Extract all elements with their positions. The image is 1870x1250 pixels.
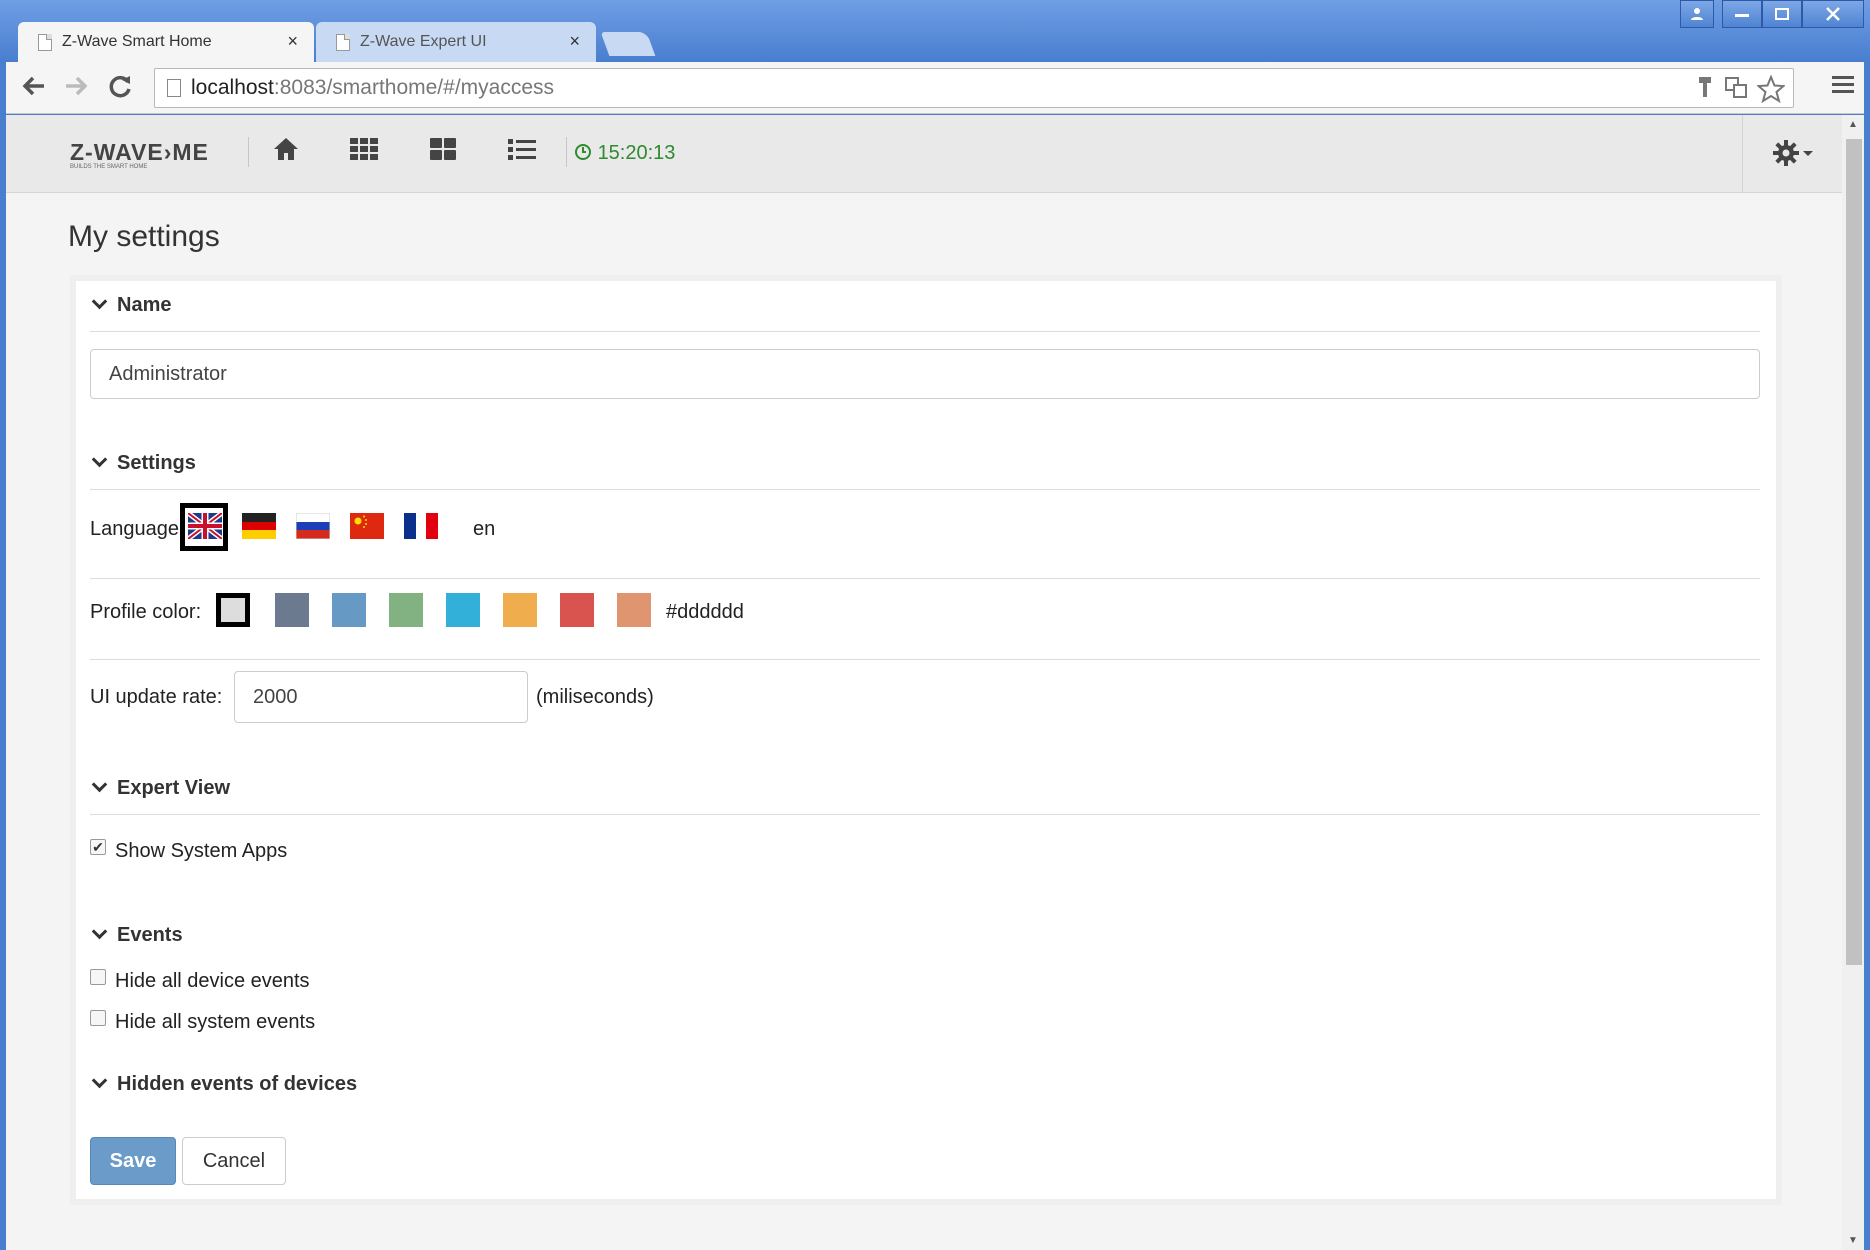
language-label: Language:	[90, 518, 185, 540]
divider	[90, 659, 1760, 660]
dashboard-icon[interactable]	[428, 135, 458, 168]
section-expert-view-header[interactable]: Expert View	[90, 776, 1760, 815]
show-system-apps-label: Show System Apps	[115, 840, 288, 862]
profile-color-swatches	[216, 593, 718, 633]
clock: 15:20:13	[574, 142, 675, 165]
key-icon[interactable]	[1697, 75, 1713, 107]
page-icon	[336, 33, 350, 51]
maximize-icon[interactable]	[1762, 0, 1802, 28]
user-icon[interactable]	[1680, 0, 1714, 28]
gear-icon[interactable]	[1773, 139, 1817, 169]
browser-window: Z-Wave Smart Home × Z-Wave Expert UI × l…	[0, 0, 1870, 1250]
tab-z-wave-smart-home[interactable]: Z-Wave Smart Home ×	[18, 22, 314, 62]
profile-color-label: Profile color:	[90, 601, 202, 623]
clock-icon	[575, 144, 591, 160]
address-bar[interactable]: localhost:8083/smarthome/#/myaccess	[154, 68, 1794, 108]
translate-icon[interactable]	[1725, 75, 1747, 105]
page-icon	[167, 79, 181, 97]
app-header: Z-WAVE›ME BUILDS THE SMART HOME 15:20:13	[6, 115, 1842, 193]
reload-icon[interactable]	[106, 72, 134, 105]
profile-color-value: #dddddd	[666, 601, 744, 623]
section-hidden-events-header[interactable]: Hidden events of devices	[90, 1072, 1760, 1110]
browser-menu-icon[interactable]	[1832, 76, 1854, 97]
divider	[248, 137, 249, 167]
browser-toolbar: localhost:8083/smarthome/#/myaccess	[6, 62, 1864, 114]
scroll-up-icon[interactable]: ▲	[1848, 119, 1858, 130]
tab-label: Z-Wave Smart Home	[62, 33, 212, 50]
profile-color-swatch[interactable]	[216, 593, 250, 627]
divider	[90, 578, 1760, 579]
profile-color-swatch[interactable]	[617, 593, 651, 627]
flag-fr-icon[interactable]	[404, 513, 438, 539]
section-settings-header[interactable]: Settings	[90, 451, 1760, 490]
section-events-header[interactable]: Events	[90, 923, 1760, 961]
clock-time: 15:20:13	[597, 142, 676, 164]
close-tab-icon[interactable]: ×	[287, 31, 298, 52]
settings-menu[interactable]	[1742, 115, 1842, 193]
new-tab-button[interactable]	[600, 32, 656, 56]
language-value: en	[473, 518, 496, 540]
chevron-down-icon	[91, 1072, 108, 1089]
page-scrollbar[interactable]: ▲ ▼	[1842, 115, 1864, 1250]
flag-cn-icon[interactable]	[350, 513, 384, 539]
scroll-down-icon[interactable]: ▼	[1848, 1235, 1858, 1246]
name-input[interactable]: Administrator	[90, 349, 1760, 399]
cancel-button[interactable]: Cancel	[182, 1137, 286, 1185]
chevron-down-icon	[91, 293, 108, 310]
chevron-down-icon	[91, 451, 108, 468]
close-tab-icon[interactable]: ×	[569, 31, 580, 52]
hide-device-events-label: Hide all device events	[115, 970, 310, 992]
back-arrow-icon[interactable]	[20, 72, 48, 105]
title-bar: Z-Wave Smart Home × Z-Wave Expert UI ×	[0, 0, 1870, 62]
hide-system-events-label: Hide all system events	[115, 1011, 316, 1033]
tab-z-wave-expert-ui[interactable]: Z-Wave Expert UI ×	[316, 22, 596, 62]
flag-de-icon[interactable]	[242, 513, 276, 539]
home-icon[interactable]	[272, 135, 300, 168]
address-host: localhost	[191, 76, 274, 99]
profile-color-swatch[interactable]	[560, 593, 594, 627]
flag-en-icon[interactable]	[188, 513, 222, 539]
list-icon[interactable]	[506, 135, 538, 168]
profile-color-swatch[interactable]	[275, 593, 309, 627]
profile-color-swatch[interactable]	[332, 593, 366, 627]
scrollbar-thumb[interactable]	[1846, 139, 1862, 965]
minimize-icon[interactable]	[1722, 0, 1762, 28]
ui-update-rate-label: UI update rate:	[90, 686, 223, 708]
settings-panel: Name Administrator Settings Language: en…	[70, 275, 1782, 1205]
logo-text: Z-WAVE›ME	[70, 139, 209, 165]
show-system-apps-checkbox[interactable]: ✔	[90, 839, 106, 855]
section-name-header[interactable]: Name	[90, 293, 1760, 332]
address-path: :8083/smarthome/#/myaccess	[273, 76, 555, 99]
chevron-down-icon	[91, 923, 108, 940]
grid-icon[interactable]	[348, 135, 380, 168]
language-flags	[180, 503, 476, 551]
forward-arrow-icon[interactable]	[62, 72, 90, 105]
chevron-down-icon	[91, 776, 108, 793]
page-icon	[38, 33, 52, 51]
profile-color-swatch[interactable]	[389, 593, 423, 627]
divider	[566, 137, 567, 167]
profile-color-swatch[interactable]	[503, 593, 537, 627]
hide-system-events-checkbox[interactable]	[90, 1010, 106, 1026]
profile-color-swatch[interactable]	[446, 593, 480, 627]
tab-label: Z-Wave Expert UI	[360, 33, 487, 50]
ui-update-rate-unit: (miliseconds)	[536, 686, 654, 708]
z-wave-me-logo[interactable]: Z-WAVE›ME BUILDS THE SMART HOME	[70, 139, 209, 170]
flag-ru-icon[interactable]	[296, 513, 330, 539]
save-button[interactable]: Save	[90, 1137, 176, 1185]
page-title: My settings	[68, 220, 220, 253]
ui-update-rate-input[interactable]: 2000	[234, 671, 528, 723]
bookmark-star-icon[interactable]	[1755, 74, 1787, 109]
hide-device-events-checkbox[interactable]	[90, 969, 106, 985]
page-viewport: Z-WAVE›ME BUILDS THE SMART HOME 15:20:13	[6, 115, 1864, 1250]
close-window-icon[interactable]	[1802, 0, 1864, 28]
